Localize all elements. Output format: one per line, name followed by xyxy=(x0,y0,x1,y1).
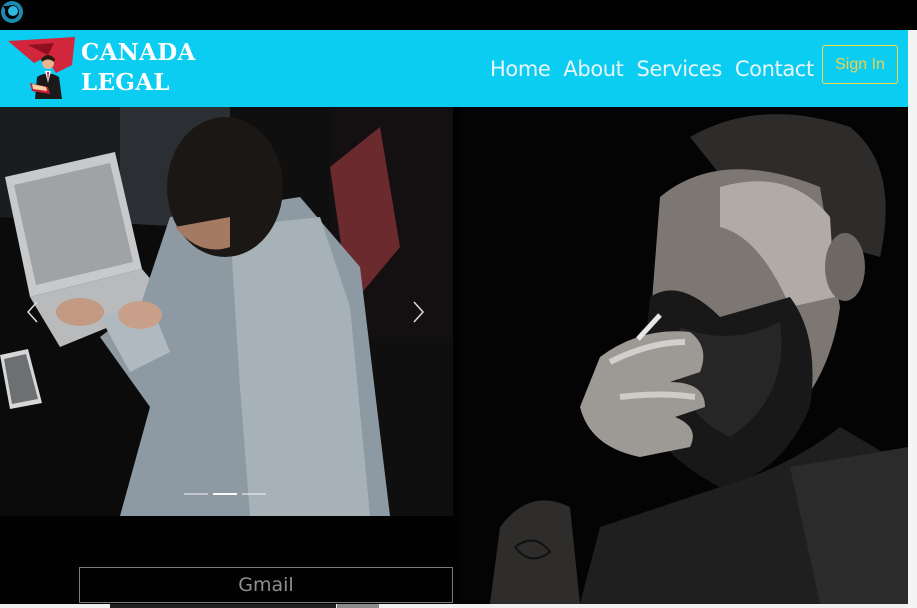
scrollbar-track-segment xyxy=(337,604,379,608)
lawyer-logo[interactable] xyxy=(8,37,78,102)
nav-home-link[interactable]: Home xyxy=(490,54,551,84)
carousel-indicator-active[interactable] xyxy=(213,493,237,495)
hero-portrait-image xyxy=(460,107,908,604)
brand-name[interactable]: CANADA LEGAL xyxy=(81,38,196,98)
top-strip xyxy=(0,0,917,30)
scrollbar-thumb[interactable] xyxy=(110,604,336,608)
refresh-icon[interactable] xyxy=(0,0,24,24)
vertical-scrollbar[interactable] xyxy=(908,30,917,608)
nav-services-link[interactable]: Services xyxy=(637,54,723,84)
bearded-man-smoking-image xyxy=(460,107,908,604)
chevron-left-icon[interactable] xyxy=(25,300,39,324)
navbar: CANADA LEGAL Home About Services Contact… xyxy=(0,30,908,107)
chevron-right-icon[interactable] xyxy=(412,300,426,324)
carousel-indicator[interactable] xyxy=(184,493,208,495)
carousel-slide-image xyxy=(0,107,453,516)
brand-line-1: CANADA xyxy=(81,39,196,66)
nav-contact-link[interactable]: Contact xyxy=(735,54,814,84)
carousel-indicators xyxy=(184,493,266,495)
gmail-button[interactable]: Gmail xyxy=(79,567,453,603)
brand-line-2: LEGAL xyxy=(81,69,170,96)
nav-about-link[interactable]: About xyxy=(563,54,623,84)
horizontal-scrollbar[interactable] xyxy=(0,604,908,608)
man-working-on-laptop-image xyxy=(0,107,453,516)
carousel-indicator[interactable] xyxy=(242,493,266,495)
sign-in-button[interactable]: Sign In xyxy=(822,45,898,84)
main-nav: Home About Services Contact xyxy=(490,54,814,84)
